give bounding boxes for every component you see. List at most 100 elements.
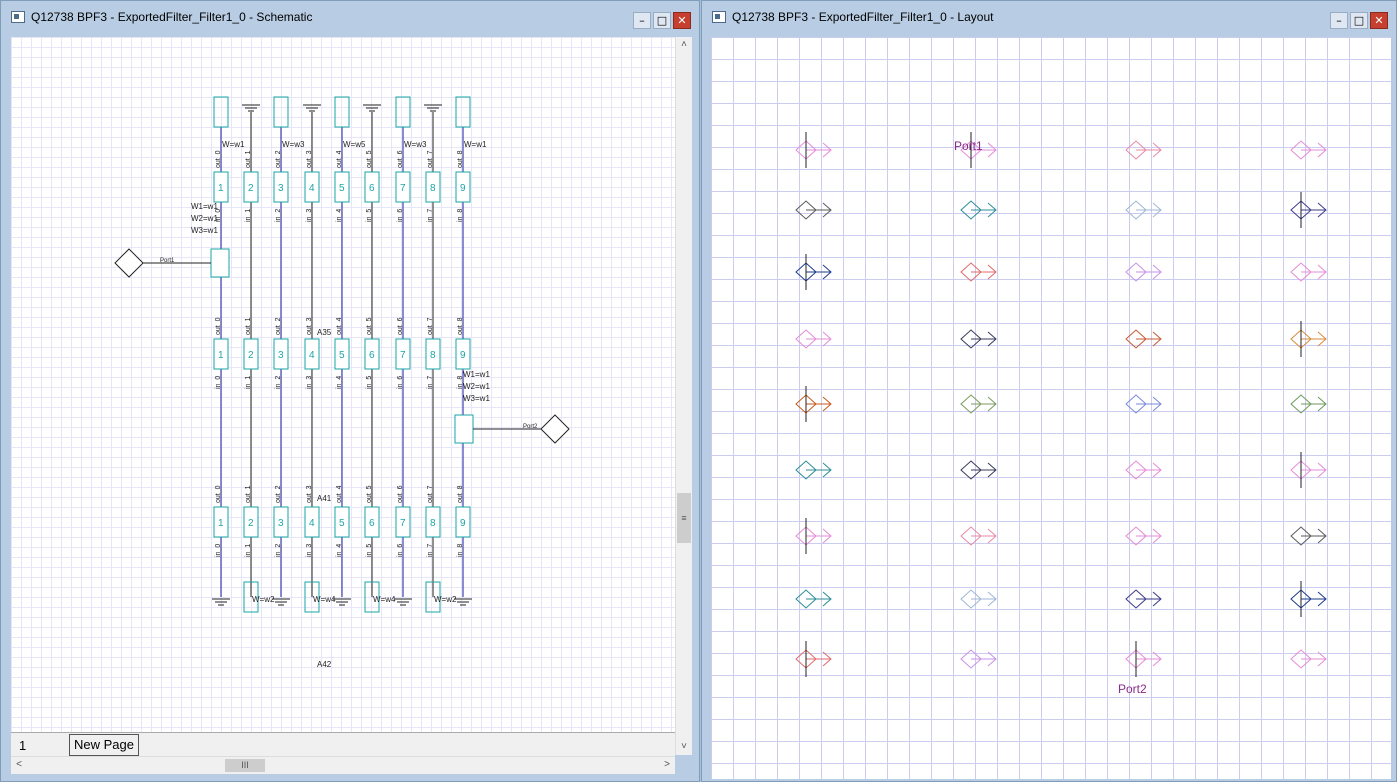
node-label: out_4	[336, 150, 343, 168]
node-label: out_3	[306, 317, 313, 335]
layout-titlebar[interactable]: Q12738 BPF3 - ExportedFilter_Filter1_0 -…	[702, 1, 1396, 33]
scroll-down-icon[interactable]: ˅	[676, 739, 692, 755]
node-label: in_3	[306, 544, 313, 557]
port2-label: Port2	[523, 424, 538, 430]
scroll-left-icon[interactable]: <	[11, 757, 27, 773]
tee-label: W2=w1	[463, 382, 490, 391]
resonator-number: 1	[218, 183, 224, 194]
minimize-button[interactable]: –	[633, 12, 651, 29]
node-label: out_1	[245, 485, 252, 503]
port1-label: Port1	[160, 258, 175, 264]
tee-label: W3=w1	[191, 226, 218, 235]
resonator-number: 9	[460, 350, 466, 361]
port1-diamond	[114, 248, 144, 278]
resonator-number: 2	[248, 183, 254, 194]
node-label: out_5	[366, 485, 373, 503]
width-label: W=w1	[464, 140, 487, 149]
layout-window-title: Q12738 BPF3 - ExportedFilter_Filter1_0 -…	[732, 10, 994, 24]
node-label: out_7	[427, 317, 434, 335]
node-label: in_3	[306, 376, 313, 389]
node-label: in_7	[427, 376, 434, 389]
section-label: A41	[317, 494, 332, 503]
node-label: in_4	[336, 376, 343, 389]
resonator-number: 6	[369, 183, 375, 194]
layout-canvas[interactable]: Port1 Port2	[711, 37, 1391, 779]
schematic-window-title: Q12738 BPF3 - ExportedFilter_Filter1_0 -…	[31, 10, 313, 24]
schematic-canvas[interactable]: W=w1 W=w3 W=w5 W=w3 W=w1 1 out_0 in_0 2 out_1 in_1…	[11, 37, 675, 732]
node-label: out_8	[457, 150, 464, 168]
page-tab-1[interactable]: 1	[19, 738, 26, 753]
port2-diamond	[540, 414, 570, 444]
node-label: in_6	[397, 376, 404, 389]
horizontal-scroll-thumb[interactable]: III	[225, 759, 265, 772]
resonator-number: 3	[278, 518, 284, 529]
node-label: out_3	[306, 150, 313, 168]
schematic-titlebar[interactable]: Q12738 BPF3 - ExportedFilter_Filter1_0 -…	[1, 1, 699, 33]
resonator-number: 1	[218, 518, 224, 529]
resonator-number: 6	[369, 518, 375, 529]
tee-label: W1=w1	[463, 370, 490, 379]
schematic-vertical-scrollbar[interactable]: ˄ ≡ ˅	[675, 37, 692, 755]
node-label: in_6	[397, 209, 404, 222]
node-label: in_6	[397, 544, 404, 557]
maximize-button[interactable]: □	[653, 12, 671, 29]
width-label: W=w4	[313, 595, 336, 604]
layout-window: Q12738 BPF3 - ExportedFilter_Filter1_0 -…	[701, 0, 1397, 782]
resonator-number: 9	[460, 183, 466, 194]
tee-label: W2=w1	[191, 214, 218, 223]
schematic-window: Q12738 BPF3 - ExportedFilter_Filter1_0 -…	[0, 0, 700, 782]
open-stub	[455, 96, 471, 128]
width-label: W=w3	[404, 140, 427, 149]
node-label: in_5	[366, 376, 373, 389]
width-label: W=w4	[373, 595, 396, 604]
resonator-number: 7	[400, 183, 406, 194]
node-label: out_7	[427, 485, 434, 503]
new-page-tab[interactable]: New Page	[69, 734, 139, 756]
node-label: out_3	[306, 485, 313, 503]
maximize-button[interactable]: □	[1350, 12, 1368, 29]
resonator-number: 8	[430, 350, 436, 361]
scroll-right-icon[interactable]: >	[659, 757, 675, 773]
resonator-number: 2	[248, 350, 254, 361]
close-button[interactable]: ✕	[1370, 12, 1388, 29]
node-label: out_1	[245, 317, 252, 335]
minimize-button[interactable]: –	[1330, 12, 1348, 29]
width-label: W=w1	[222, 140, 245, 149]
section-label: A42	[317, 660, 332, 669]
node-label: in_1	[245, 544, 252, 557]
tee-label: W1=w1	[191, 202, 218, 211]
node-label: out_6	[397, 317, 404, 335]
width-label: W=w2	[252, 595, 275, 604]
schematic-horizontal-scrollbar[interactable]: < III >	[11, 756, 675, 774]
close-button[interactable]: ✕	[673, 12, 691, 29]
node-label: in_8	[457, 544, 464, 557]
node-label: in_8	[457, 209, 464, 222]
node-label: out_0	[215, 317, 222, 335]
resonator-number: 9	[460, 518, 466, 529]
node-label: in_5	[366, 209, 373, 222]
open-stub	[395, 96, 411, 128]
resonator-number: 4	[309, 350, 315, 361]
resonator-number: 8	[430, 183, 436, 194]
node-label: in_5	[366, 544, 373, 557]
node-label: in_1	[245, 209, 252, 222]
node-label: out_8	[457, 485, 464, 503]
node-label: in_0	[215, 376, 222, 389]
node-label: out_0	[215, 150, 222, 168]
node-label: out_6	[397, 485, 404, 503]
node-label: in_2	[275, 376, 282, 389]
resonator-number: 4	[309, 183, 315, 194]
resonator-number: 4	[309, 518, 315, 529]
open-stub	[213, 96, 229, 128]
node-label: in_1	[245, 376, 252, 389]
window-app-icon	[712, 11, 726, 23]
tee-label: W3=w1	[463, 394, 490, 403]
tee-left	[210, 248, 230, 278]
vertical-scroll-thumb[interactable]: ≡	[677, 493, 691, 543]
layout-port1-label: Port1	[954, 139, 983, 153]
node-label: out_4	[336, 317, 343, 335]
node-label: in_2	[275, 544, 282, 557]
resonator-number: 8	[430, 518, 436, 529]
node-label: in_7	[427, 209, 434, 222]
scroll-up-icon[interactable]: ˄	[676, 37, 692, 53]
